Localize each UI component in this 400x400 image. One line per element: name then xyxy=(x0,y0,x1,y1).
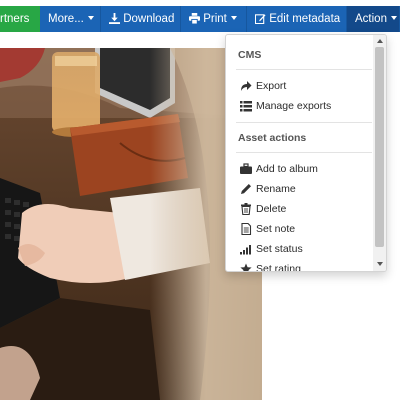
menu-item-add-to-album[interactable]: Add to album xyxy=(226,159,384,179)
note-icon xyxy=(241,223,252,235)
asset-actions-section-header: Asset actions xyxy=(238,132,307,144)
menu-item-label: Manage exports xyxy=(256,100,332,112)
menu-item-label: Rename xyxy=(256,183,296,195)
share-icon xyxy=(241,81,252,91)
menu-item-label: Set note xyxy=(256,223,296,235)
printer-icon xyxy=(189,13,200,25)
menu-item-label: Set status xyxy=(256,243,303,255)
menu-item-set-rating[interactable]: Set rating xyxy=(226,259,384,272)
edit-metadata-label: Edit metadata xyxy=(269,13,341,25)
chevron-down-icon xyxy=(230,16,237,20)
star-icon xyxy=(240,263,252,271)
briefcase-icon xyxy=(240,163,252,174)
pencil-icon xyxy=(241,184,251,194)
download-icon xyxy=(109,13,120,24)
download-label: Download xyxy=(123,13,175,25)
signal-icon xyxy=(240,245,251,255)
trash-icon xyxy=(241,203,251,215)
menu-item-label: Export xyxy=(256,80,287,92)
menu-item-manage-exports[interactable]: Manage exports xyxy=(226,96,384,116)
edit-metadata-button[interactable]: Edit metadata xyxy=(247,6,347,32)
menu-item-label: Set rating xyxy=(256,263,301,272)
divider xyxy=(236,69,372,70)
divider xyxy=(236,152,372,153)
edit-icon xyxy=(254,14,266,25)
action-button[interactable]: Action xyxy=(347,6,400,32)
menu-item-set-note[interactable]: Set note xyxy=(226,219,384,239)
action-label: Action xyxy=(355,13,387,25)
scroll-up-arrow-icon[interactable] xyxy=(377,39,383,43)
menu-item-label: Delete xyxy=(256,203,287,215)
menu-item-rename[interactable]: Rename xyxy=(226,179,384,199)
print-button[interactable]: Print xyxy=(181,6,247,32)
list-icon xyxy=(240,101,252,112)
more-button[interactable]: More... xyxy=(40,6,101,32)
menu-item-set-status[interactable]: Set status xyxy=(226,239,384,259)
menu-item-export[interactable]: Export xyxy=(226,76,384,96)
more-label: More... xyxy=(48,13,84,25)
asset-preview-image xyxy=(0,48,262,400)
action-dropdown-menu: CMS Export Manage exports Asset actions xyxy=(225,34,387,272)
scroll-down-arrow-icon[interactable] xyxy=(377,262,383,266)
partners-label: rtners xyxy=(0,13,30,25)
chevron-down-icon xyxy=(390,16,397,20)
chevron-down-icon xyxy=(87,16,94,20)
scrollbar-thumb[interactable] xyxy=(375,47,384,247)
menu-item-label: Add to album xyxy=(256,163,318,175)
dropdown-scrollbar[interactable] xyxy=(373,35,386,271)
menu-item-delete[interactable]: Delete xyxy=(226,199,384,219)
download-button[interactable]: Download xyxy=(101,6,181,32)
toolbar: rtners More... Download Print Edit metad… xyxy=(0,0,400,38)
cms-section-header: CMS xyxy=(238,49,262,61)
print-label: Print xyxy=(203,13,227,25)
divider xyxy=(236,122,372,123)
partners-button[interactable]: rtners xyxy=(0,6,40,32)
